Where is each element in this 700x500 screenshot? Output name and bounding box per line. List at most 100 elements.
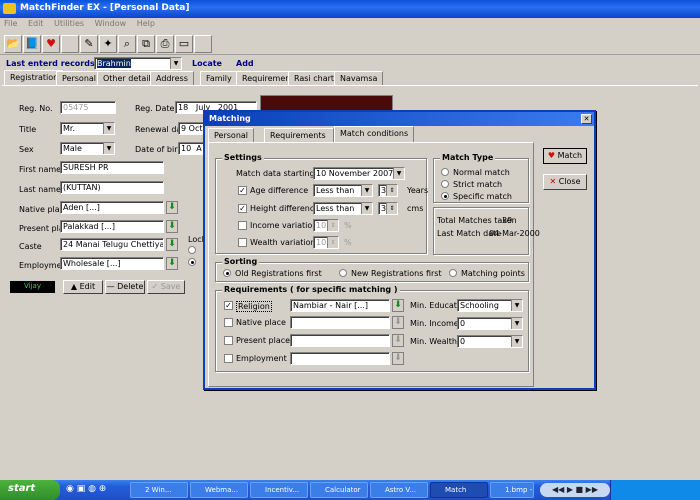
media-controls[interactable]: ◀◀ ▶ ■ ▶▶ bbox=[540, 483, 610, 497]
wand-icon[interactable]: ✦ bbox=[99, 35, 117, 53]
present-req-field[interactable] bbox=[290, 334, 390, 347]
menu-bar: File Edit Utilities Window Help bbox=[0, 18, 700, 32]
normal-match-radio[interactable] bbox=[441, 168, 449, 176]
tab-rasi-chart[interactable]: Rasi chart bbox=[288, 71, 341, 85]
match-from-select[interactable]: 10 November 2007 ▼ bbox=[313, 167, 405, 180]
doc-icon[interactable]: ▭ bbox=[175, 35, 193, 53]
min-income-select[interactable]: 0 ▼ bbox=[457, 317, 523, 330]
pen-icon[interactable]: ✎ bbox=[80, 35, 98, 53]
religion-lookup-button[interactable]: ⬇ bbox=[392, 299, 404, 312]
title-label: Title bbox=[19, 125, 37, 134]
min-income-label: Min. Income bbox=[410, 319, 459, 328]
sex-select[interactable]: Male ▼ bbox=[60, 142, 115, 155]
task-incentive[interactable]: Incentiv... bbox=[250, 482, 308, 498]
menu-edit[interactable]: Edit bbox=[24, 18, 48, 29]
wealth-checkbox[interactable] bbox=[238, 238, 247, 247]
system-tray bbox=[610, 480, 700, 500]
last-name-field[interactable]: (KUTTAN) bbox=[60, 181, 164, 194]
caste-lookup-button[interactable]: ⬇ bbox=[166, 238, 178, 251]
task-astro[interactable]: Astro V... bbox=[370, 482, 428, 498]
blank-icon[interactable] bbox=[61, 35, 79, 53]
employment-field[interactable]: Wholesale [...] bbox=[60, 257, 164, 270]
task-bmp[interactable]: 1.bmp - ... bbox=[490, 482, 534, 498]
min-wealth-label: Min. Wealth bbox=[410, 337, 457, 346]
first-name-field[interactable]: SURESH PR bbox=[60, 161, 164, 174]
lock-radio-2[interactable] bbox=[188, 258, 196, 266]
wealth-spinner[interactable]: 10 ⇕ bbox=[313, 236, 339, 249]
native-req-checkbox[interactable] bbox=[224, 318, 233, 327]
native-req-lookup-button[interactable]: ⬇ bbox=[392, 316, 404, 329]
lock-radio-1[interactable] bbox=[188, 246, 196, 254]
height-value-spinner[interactable]: 3 ⇕ bbox=[378, 202, 398, 215]
locate-link[interactable]: Locate bbox=[192, 59, 222, 68]
height-cond-select[interactable]: Less than ▼ bbox=[313, 202, 373, 215]
income-spinner[interactable]: 10 ⇕ bbox=[313, 219, 339, 232]
menu-window[interactable]: Window bbox=[91, 18, 131, 29]
dialog-tab-requirements[interactable]: Requirements bbox=[264, 128, 334, 142]
age-checkbox[interactable]: ✓ bbox=[238, 186, 247, 195]
min-wealth-select[interactable]: 0 ▼ bbox=[457, 335, 523, 348]
employment-req-checkbox[interactable] bbox=[224, 354, 233, 363]
match-button[interactable]: ♥ Match bbox=[543, 148, 587, 164]
religion-checkbox[interactable]: ✓ bbox=[224, 301, 233, 310]
taskbar: start ◉ ▣ ◍ ⊕ 2 Win... Webma... Incentiv… bbox=[0, 480, 700, 500]
close-button[interactable]: ✕ Close bbox=[543, 174, 587, 190]
dialog-tab-personal[interactable]: Personal bbox=[208, 128, 255, 142]
caste-field[interactable]: 24 Manai Telugu Chettiyar [...] bbox=[60, 238, 164, 251]
dialog-tab-match-conditions[interactable]: Match conditions bbox=[334, 126, 415, 142]
task-webmail[interactable]: Webma... bbox=[190, 482, 248, 498]
strict-match-radio[interactable] bbox=[441, 180, 449, 188]
book-icon[interactable]: 📘 bbox=[23, 35, 41, 53]
printer-icon[interactable]: ⎙ bbox=[156, 35, 174, 53]
records-select[interactable]: Brahmin ▼ bbox=[94, 57, 182, 70]
magnifier-icon[interactable]: ⌕ bbox=[118, 35, 136, 53]
menu-help[interactable]: Help bbox=[133, 18, 159, 29]
height-checkbox[interactable]: ✓ bbox=[238, 204, 247, 213]
dialog-title-bar: Matching ✕ bbox=[205, 112, 594, 126]
copy-icon[interactable]: ⧉ bbox=[137, 35, 155, 53]
tab-navamsa[interactable]: Navamsa bbox=[334, 71, 384, 85]
native-req-field[interactable] bbox=[290, 316, 390, 329]
title-select[interactable]: Mr. ▼ bbox=[60, 122, 115, 135]
religion-field[interactable]: Nambiar - Nair [...] bbox=[290, 299, 390, 312]
native-lookup-button[interactable]: ⬇ bbox=[166, 201, 178, 214]
age-cond-select[interactable]: Less than ▼ bbox=[313, 184, 373, 197]
task-2-windows[interactable]: 2 Win... bbox=[130, 482, 188, 498]
sort-old-radio[interactable] bbox=[223, 269, 231, 277]
sort-new-radio[interactable] bbox=[339, 269, 347, 277]
dialog-close-icon[interactable]: ✕ bbox=[581, 114, 592, 124]
present-lookup-button[interactable]: ⬇ bbox=[166, 220, 178, 233]
hearts-icon[interactable]: ♥ bbox=[42, 35, 60, 53]
delete-button[interactable]: — Delete bbox=[105, 280, 145, 294]
tab-personal[interactable]: Personal bbox=[56, 71, 103, 85]
save-button[interactable]: ✓ Save bbox=[147, 280, 185, 294]
task-calculator[interactable]: Calculator bbox=[310, 482, 368, 498]
specific-match-radio[interactable] bbox=[441, 192, 449, 200]
menu-file[interactable]: File bbox=[0, 18, 21, 29]
blank2-icon[interactable] bbox=[194, 35, 212, 53]
tab-address[interactable]: Address bbox=[150, 71, 194, 85]
employment-req-field[interactable] bbox=[290, 352, 390, 365]
present-req-checkbox[interactable] bbox=[224, 336, 233, 345]
age-value-spinner[interactable]: 3 ⇕ bbox=[378, 184, 398, 197]
min-education-select[interactable]: Schooling ▼ bbox=[457, 299, 523, 312]
add-link[interactable]: Add bbox=[236, 59, 254, 68]
income-checkbox[interactable] bbox=[238, 221, 247, 230]
edit-button[interactable]: ▲ Edit bbox=[63, 280, 103, 294]
employment-req-lookup-button[interactable]: ⬇ bbox=[392, 352, 404, 365]
folder-icon[interactable]: 📂 bbox=[4, 35, 22, 53]
employment-lookup-button[interactable]: ⬇ bbox=[166, 257, 178, 270]
present-field[interactable]: Palakkad [...] bbox=[60, 220, 164, 233]
task-match[interactable]: Match bbox=[430, 482, 488, 498]
dialog-title: Matching bbox=[209, 114, 251, 123]
menu-utilities[interactable]: Utilities bbox=[50, 18, 88, 29]
sort-points-radio[interactable] bbox=[449, 269, 457, 277]
sort-points-label: Matching points bbox=[461, 269, 525, 278]
tab-family[interactable]: Family bbox=[200, 71, 238, 85]
close-x-icon: ✕ bbox=[549, 177, 557, 186]
start-button[interactable]: start bbox=[0, 480, 60, 500]
native-field[interactable]: Aden [...] bbox=[60, 201, 164, 214]
match-type-group: Match Type Normal match Strict match Spe… bbox=[433, 153, 529, 203]
present-req-lookup-button[interactable]: ⬇ bbox=[392, 334, 404, 347]
reg-no-field[interactable]: 05475 bbox=[60, 101, 116, 114]
